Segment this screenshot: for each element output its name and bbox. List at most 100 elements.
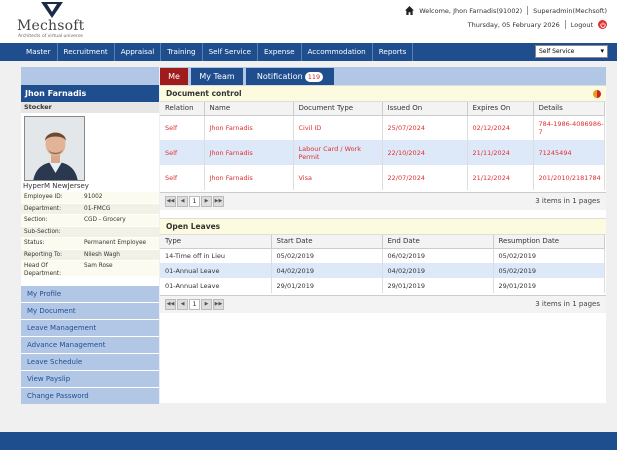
first-page-icon[interactable]: ◀◀ (165, 196, 176, 207)
employee-info: Employee ID: 91002 Department: 01-FMCG Sec… (21, 192, 159, 277)
nav-recruitment[interactable]: Recruitment (58, 43, 115, 61)
table-cell: Self (160, 165, 205, 190)
table-cell: Self (160, 140, 205, 165)
tab-notification-label: Notification (256, 72, 303, 81)
table-row[interactable]: Self Jhon Farnadis Labour Card / Work Pe… (160, 140, 605, 165)
nav-accommodation[interactable]: Accommodation (302, 43, 373, 61)
leaves-pager: ◀◀ ◀ 1 ▶ ▶▶ 3 items in 1 pages (160, 295, 606, 313)
tabs-bar: Me My Team Notification 119 (160, 67, 606, 85)
menu-view-payslip[interactable]: View Payslip (21, 371, 159, 387)
info-value: 91002 (84, 194, 103, 200)
nav-self-service[interactable]: Self Service (203, 43, 258, 61)
table-cell: 29/01/2019 (271, 278, 383, 293)
table-cell: 14-Time off in Lieu (160, 248, 272, 263)
column-header[interactable]: Start Date (271, 235, 383, 249)
table-cell: Civil ID (293, 115, 383, 140)
table-cell: 201/2010/2181784 (533, 165, 605, 190)
table-cell: Jhon Farnadis (204, 115, 294, 140)
column-header[interactable]: Document Type (293, 102, 383, 116)
divider (527, 6, 529, 15)
logo-mark-icon (41, 2, 63, 18)
module-select[interactable]: Self Service ▾ (535, 45, 608, 58)
info-row: Department: 01-FMCG (21, 203, 159, 215)
column-header[interactable]: Issued On (382, 102, 468, 116)
last-page-icon[interactable]: ▶▶ (213, 196, 224, 207)
column-header[interactable]: Name (204, 102, 294, 116)
home-icon[interactable] (405, 6, 415, 15)
table-row[interactable]: Self Jhon Farnadis Visa 22/07/2024 21/12… (160, 165, 605, 190)
column-header[interactable]: Expires On (467, 102, 534, 116)
status-indicator-icon (593, 90, 601, 98)
table-cell: 21/12/2024 (467, 165, 534, 190)
page-number[interactable]: 1 (189, 299, 200, 310)
prev-page-icon[interactable]: ◀ (177, 196, 188, 207)
table-row[interactable]: 14-Time off in Lieu 05/02/2019 06/02/201… (160, 248, 605, 263)
table-cell: 05/02/2019 (493, 248, 605, 263)
tab-my-team[interactable]: My Team (191, 68, 243, 85)
table-cell: 71245494 (533, 140, 605, 165)
logout-link[interactable]: Logout (571, 21, 593, 29)
brand-tagline: Architects of virtual universe (18, 34, 83, 39)
tab-me[interactable]: Me (160, 68, 188, 85)
table-cell: Visa (293, 165, 383, 190)
nav-reports[interactable]: Reports (373, 43, 414, 61)
table-row[interactable]: 01-Annual Leave 29/01/2019 29/01/2019 29… (160, 278, 605, 293)
next-page-icon[interactable]: ▶ (201, 299, 212, 310)
menu-my-profile[interactable]: My Profile (21, 286, 159, 302)
info-label: Sub-Section: (24, 228, 61, 235)
info-label: Reporting To: (24, 251, 63, 258)
logo[interactable]: Mechsoft Architects of virtual universe (17, 2, 97, 40)
main-panel: Me My Team Notification 119 Document cont… (160, 67, 606, 403)
module-select-value: Self Service (539, 48, 575, 55)
column-header[interactable]: End Date (382, 235, 494, 249)
table-cell: 05/02/2019 (493, 263, 605, 278)
pager-summary: 3 items in 1 pages (535, 197, 600, 205)
nav-master[interactable]: Master (0, 43, 58, 61)
menu-change-password[interactable]: Change Password (21, 388, 159, 404)
menu-my-document[interactable]: My Document (21, 303, 159, 319)
info-row: Employee ID: 91002 (21, 192, 159, 204)
notification-count-badge: 119 (304, 72, 324, 82)
pager-summary: 3 items in 1 pages (535, 300, 600, 308)
first-page-icon[interactable]: ◀◀ (165, 299, 176, 310)
column-header[interactable]: Type (160, 235, 272, 249)
document-control-heading: Document control (166, 89, 242, 98)
column-header[interactable]: Relation (160, 102, 205, 116)
table-cell: 02/12/2024 (467, 115, 534, 140)
power-icon[interactable] (598, 20, 607, 29)
self-service-menu: My Profile My Document Leave Management … (21, 286, 159, 405)
profile-panel-header (21, 67, 159, 85)
table-cell: 22/10/2024 (382, 140, 468, 165)
table-cell: Self (160, 115, 205, 140)
info-label: Status: (24, 240, 45, 246)
menu-leave-management[interactable]: Leave Management (21, 320, 159, 336)
open-leaves-title: Open Leaves (160, 218, 606, 235)
prev-page-icon[interactable]: ◀ (177, 299, 188, 310)
table-row[interactable]: 01-Annual Leave 04/02/2019 04/02/2019 05… (160, 263, 605, 278)
table-cell: 05/02/2019 (271, 248, 383, 263)
open-leaves-heading: Open Leaves (166, 222, 221, 231)
nav-expense[interactable]: Expense (258, 43, 302, 61)
tab-notification[interactable]: Notification 119 (246, 68, 334, 85)
table-cell: 22/07/2024 (382, 165, 468, 190)
info-label: Section: (24, 217, 48, 223)
page-number[interactable]: 1 (189, 196, 200, 207)
current-date: Thursday, 05 February 2026 (467, 20, 560, 29)
nav-appraisal[interactable]: Appraisal (115, 43, 162, 61)
column-header[interactable]: Resumption Date (493, 235, 605, 249)
table-cell: 04/02/2019 (382, 263, 494, 278)
open-leaves-table: Type Start Date End Date Resumption Date… (160, 235, 605, 293)
nav-training[interactable]: Training (161, 43, 203, 61)
last-page-icon[interactable]: ▶▶ (213, 299, 224, 310)
column-header[interactable]: Details (533, 102, 605, 116)
document-pager: ◀◀ ◀ 1 ▶ ▶▶ 3 items in 1 pages (160, 192, 606, 210)
divider (564, 20, 566, 29)
table-cell: 29/01/2019 (493, 278, 605, 293)
info-value: Permanent Employee (84, 240, 147, 246)
table-cell: Labour Card / Work Permit (293, 140, 383, 165)
table-row[interactable]: Self Jhon Farnadis Civil ID 25/07/2024 0… (160, 115, 605, 140)
menu-advance-management[interactable]: Advance Management (21, 337, 159, 353)
next-page-icon[interactable]: ▶ (201, 196, 212, 207)
menu-leave-schedule[interactable]: Leave Schedule (21, 354, 159, 370)
table-cell: 21/11/2024 (467, 140, 534, 165)
